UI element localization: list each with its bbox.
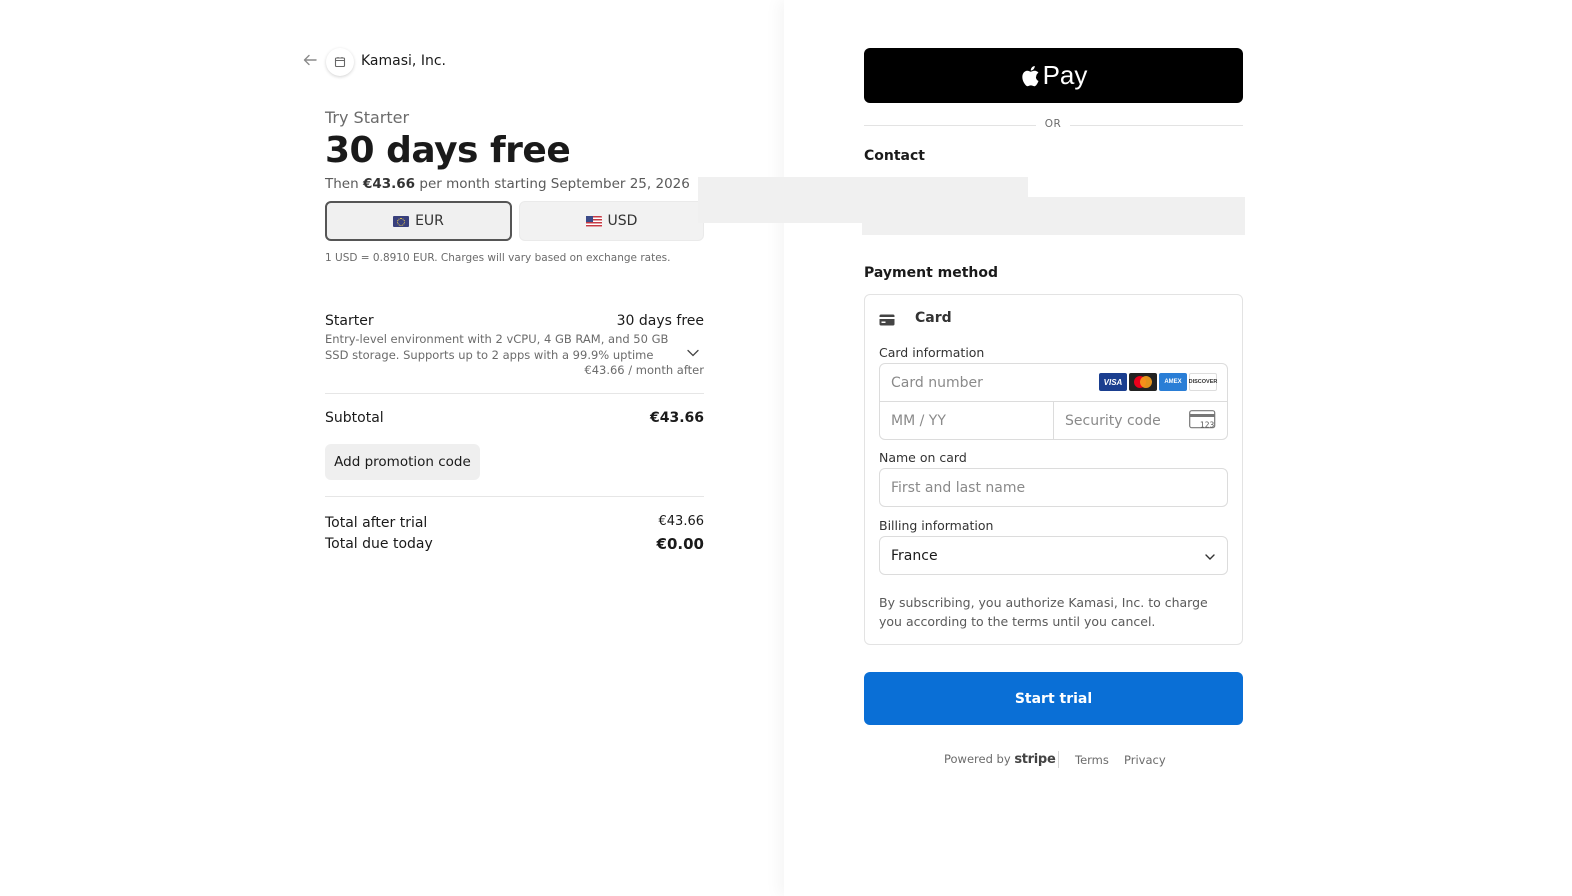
billing-information-label: Billing information	[879, 518, 994, 533]
total-after-trial-value: €43.66	[658, 514, 705, 529]
payment-method-heading: Payment method	[864, 265, 999, 281]
subtotal-value: €43.66	[649, 410, 704, 426]
contact-heading: Contact	[864, 148, 925, 164]
start-trial-button[interactable]: Start trial	[864, 672, 1243, 725]
add-promotion-code-button[interactable]: Add promotion code	[325, 444, 480, 480]
us-flag-icon	[585, 215, 602, 227]
or-separator: OR	[1044, 118, 1062, 130]
currency-code-eur: EUR	[415, 213, 444, 229]
chevron-down-icon	[1203, 549, 1217, 563]
exchange-rate-note: 1 USD = 0.8910 EUR. Charges will vary ba…	[325, 252, 671, 264]
discover-icon: DISCOVER	[1189, 373, 1217, 391]
divider	[1058, 751, 1059, 768]
currency-option-usd[interactable]: USD	[519, 201, 704, 241]
cvc-icon-text: 123	[1200, 421, 1215, 430]
divider	[1070, 125, 1243, 126]
then-prefix: Then	[325, 176, 359, 192]
line-item-description: Entry-level environment with 2 vCPU, 4 G…	[325, 332, 669, 362]
line-item-name: Starter	[325, 313, 374, 329]
expiry-input[interactable]: MM / YY	[879, 401, 1054, 440]
chevron-down-icon[interactable]	[686, 345, 700, 359]
line-item-after-price: €43.66 / month after	[584, 363, 704, 377]
credit-card-icon	[879, 311, 895, 326]
total-due-today-value: €0.00	[656, 535, 704, 553]
country-select[interactable]: France	[879, 536, 1228, 575]
line-item-price: 30 days free	[616, 313, 704, 329]
powered-by-label: Powered by	[944, 752, 1011, 766]
subscription-consent-text: By subscribing, you authorize Kamasi, In…	[879, 595, 1208, 629]
divider	[864, 125, 1036, 126]
powered-by-stripe[interactable]: Powered by stripe	[944, 752, 1056, 767]
then-price-line: Then €43.66 per month starting September…	[325, 176, 690, 192]
expiry-placeholder: MM / YY	[891, 412, 946, 429]
currency-option-eur[interactable]: EUR	[325, 201, 512, 241]
then-price: €43.66	[362, 176, 416, 192]
cvc-card-icon: 123	[1189, 410, 1217, 430]
divider	[325, 496, 704, 497]
stripe-logo: stripe	[1014, 752, 1056, 767]
terms-link[interactable]: Terms	[1075, 753, 1109, 767]
name-on-card-placeholder: First and last name	[891, 479, 1026, 496]
subtotal-label: Subtotal	[325, 410, 384, 426]
total-after-trial-label: Total after trial	[325, 515, 428, 531]
card-method-label[interactable]: Card	[915, 310, 952, 326]
apple-pay-label: Pay	[1042, 60, 1088, 90]
apple-pay-button[interactable]: Pay	[864, 48, 1243, 103]
trial-headline: 30 days free	[325, 130, 571, 171]
card-number-placeholder: Card number	[891, 374, 983, 391]
back-arrow-icon[interactable]	[302, 52, 320, 70]
currency-code-usd: USD	[607, 213, 638, 229]
trial-product-label: Try Starter	[325, 108, 410, 127]
total-due-today-label: Total due today	[325, 536, 433, 552]
merchant-logo-icon	[326, 48, 354, 76]
country-value: France	[891, 547, 938, 564]
amex-icon: AMEX	[1159, 373, 1187, 391]
divider	[325, 393, 704, 394]
merchant-name: Kamasi, Inc.	[361, 53, 446, 69]
apple-logo-icon	[1021, 65, 1039, 86]
card-brand-logos: VISA AMEX DISCOVER	[1099, 373, 1217, 391]
visa-icon: VISA	[1099, 373, 1127, 391]
security-code-placeholder: Security code	[1065, 412, 1161, 429]
name-on-card-label: Name on card	[879, 450, 967, 465]
then-suffix: per month starting September 25, 2026	[419, 176, 690, 192]
card-information-label: Card information	[879, 345, 985, 360]
privacy-link[interactable]: Privacy	[1124, 753, 1166, 767]
eu-flag-icon	[393, 215, 410, 227]
name-on-card-input[interactable]: First and last name	[879, 468, 1228, 507]
email-field-placeholder[interactable]	[862, 197, 1245, 235]
mastercard-icon	[1129, 373, 1157, 391]
